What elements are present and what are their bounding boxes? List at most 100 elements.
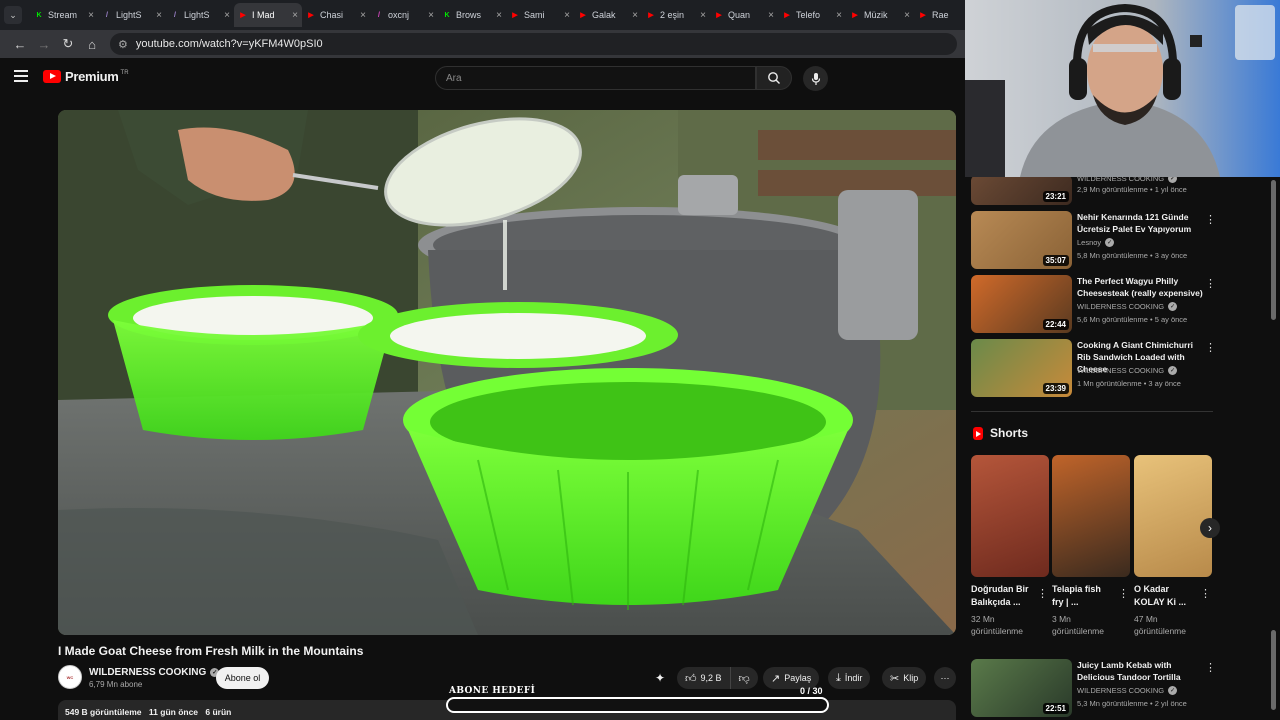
tab-close-icon[interactable]: × xyxy=(360,10,366,21)
video-duration: 22:44 xyxy=(1042,319,1069,330)
recommended-meta: 2,9 Mn görüntülenme • 1 yıl önce xyxy=(1077,185,1187,194)
more-vertical-icon[interactable]: ⋮ xyxy=(1200,587,1211,600)
recommended-channel[interactable]: WILDERNESS COOKING ✓ xyxy=(1077,366,1178,375)
more-vertical-icon[interactable]: ⋮ xyxy=(1205,213,1216,226)
ask-sparkle-icon[interactable]: ✦ xyxy=(655,671,665,685)
browser-tab[interactable]: ▶ Telefo × xyxy=(778,3,846,27)
voice-search-button[interactable] xyxy=(803,66,828,91)
more-vertical-icon[interactable]: ⋮ xyxy=(1118,587,1129,600)
clip-button[interactable]: ✂ Klip xyxy=(882,667,927,689)
browser-tab[interactable]: / LightS × xyxy=(166,3,234,27)
recommended-video[interactable]: 22:51 Juicy Lamb Kebab with Delicious Tan… xyxy=(971,659,1216,720)
home-icon[interactable]: ⌂ xyxy=(80,37,104,52)
shorts-next-button[interactable]: › xyxy=(1200,518,1220,538)
like-button[interactable]: 👍︎ 9,2 B xyxy=(677,667,731,689)
tab-close-icon[interactable]: × xyxy=(88,10,94,21)
youtube-logo[interactable]: Premium TR xyxy=(43,69,129,84)
reload-icon[interactable]: ↻ xyxy=(56,36,80,52)
more-vertical-icon[interactable]: ⋮ xyxy=(1205,341,1216,354)
short-views: 47 Mn görüntülenme xyxy=(1134,614,1186,636)
shorts-header: Shorts xyxy=(973,426,1028,440)
recommended-channel[interactable]: WILDERNESS COOKING ✓ xyxy=(1077,686,1178,695)
browser-tab[interactable]: / LightS × xyxy=(98,3,166,27)
video-player[interactable] xyxy=(58,110,956,635)
recommended-video-title[interactable]: The Perfect Wagyu Philly Cheesesteak (re… xyxy=(1077,275,1203,299)
subscriber-goal-bar xyxy=(446,697,829,713)
more-vertical-icon[interactable]: ⋮ xyxy=(1205,661,1216,674)
scrollbar-thumb[interactable] xyxy=(1271,180,1276,320)
browser-tab[interactable]: ▶ I Mad × xyxy=(234,3,302,27)
site-info-icon[interactable]: ⚙ xyxy=(118,38,128,51)
tab-title: Stream xyxy=(48,10,78,20)
browser-tab[interactable]: ▶ Quan × xyxy=(710,3,778,27)
tab-close-icon[interactable]: × xyxy=(768,10,774,21)
video-duration: 35:07 xyxy=(1042,255,1069,266)
recommended-age: 1 yıl önce xyxy=(1154,185,1187,194)
tab-close-icon[interactable]: × xyxy=(428,10,434,21)
recommended-video[interactable]: 35:07 Nehir Kenarında 121 Günde Ücretsiz … xyxy=(971,211,1216,273)
tab-close-icon[interactable]: × xyxy=(496,10,502,21)
video-thumbnail[interactable]: 23:21 xyxy=(971,175,1072,205)
search-placeholder: Ara xyxy=(446,72,462,84)
short-title[interactable]: O Kadar KOLAY Ki ... xyxy=(1134,583,1196,609)
logo-text: Premium xyxy=(65,69,119,84)
browser-tab[interactable]: ▶ 2 eşin × xyxy=(642,3,710,27)
tab-favicon-icon: ▶ xyxy=(852,12,858,19)
short-title[interactable]: Telapia fish fry | ... xyxy=(1052,583,1114,609)
search-button[interactable] xyxy=(756,66,792,90)
forward-arrow-icon[interactable]: → xyxy=(32,37,56,52)
video-thumbnail[interactable]: 22:44 xyxy=(971,275,1072,333)
short-title[interactable]: Doğrudan Bir Balıkçıda ... xyxy=(971,583,1033,609)
menu-icon[interactable] xyxy=(14,70,28,82)
short-thumbnail[interactable] xyxy=(1052,455,1130,577)
dislike-button[interactable]: 👎︎ xyxy=(731,667,758,689)
tab-close-icon[interactable]: × xyxy=(700,10,706,21)
search-input[interactable]: Ara xyxy=(435,66,756,90)
tab-close-icon[interactable]: × xyxy=(564,10,570,21)
video-thumbnail[interactable]: 22:51 xyxy=(971,659,1072,717)
tab-close-icon[interactable]: × xyxy=(836,10,842,21)
more-vertical-icon[interactable]: ⋮ xyxy=(1037,587,1048,600)
scrollbar-thumb-lower[interactable] xyxy=(1271,630,1276,710)
short-item[interactable]: Doğrudan Bir Balıkçıda ... 32 Mn görüntül… xyxy=(971,455,1049,637)
subscriber-goal-count: 0 / 30 xyxy=(800,686,823,696)
recommended-channel[interactable]: Lesnoy ✓ xyxy=(1077,238,1115,247)
short-thumbnail[interactable] xyxy=(971,455,1049,577)
short-thumbnail[interactable] xyxy=(1134,455,1212,577)
video-thumbnail[interactable]: 35:07 xyxy=(971,211,1072,269)
tab-close-icon[interactable]: × xyxy=(904,10,910,21)
more-vertical-icon[interactable]: ⋮ xyxy=(1205,277,1216,290)
tab-search-icon[interactable]: ⌄ xyxy=(4,6,22,24)
channel-name-link[interactable]: WILDERNESS COOKING ✓ xyxy=(89,667,220,678)
recommended-video[interactable]: 22:44 The Perfect Wagyu Philly Cheesestea… xyxy=(971,275,1216,337)
browser-tab[interactable]: ▶ Chasi × xyxy=(302,3,370,27)
back-arrow-icon[interactable]: ← xyxy=(8,37,32,52)
more-actions-button[interactable]: ⋯ xyxy=(934,667,956,689)
tab-close-icon[interactable]: × xyxy=(156,10,162,21)
recommended-video-title[interactable]: Nehir Kenarında 121 Günde Ücretsiz Palet… xyxy=(1077,211,1203,235)
browser-tab[interactable]: K Stream × xyxy=(30,3,98,27)
tab-favicon-icon: ▶ xyxy=(308,12,314,19)
tab-close-icon[interactable]: × xyxy=(292,10,298,21)
like-dislike-group: 👍︎ 9,2 B 👎︎ xyxy=(677,667,758,689)
browser-tab[interactable]: ▶ Sami × xyxy=(506,3,574,27)
recommended-views: 5,3 Mn görüntülenme xyxy=(1077,699,1148,708)
download-button[interactable]: ⤓ İndir xyxy=(828,667,871,689)
recommended-video[interactable]: 23:39 Cooking A Giant Chimichurri Rib San… xyxy=(971,339,1216,401)
address-bar[interactable]: ⚙ youtube.com/watch?v=yKFM4W0pSI0 xyxy=(110,33,957,55)
recommended-channel[interactable]: WILDERNESS COOKING ✓ xyxy=(1077,302,1178,311)
tab-close-icon[interactable]: × xyxy=(632,10,638,21)
browser-tab[interactable]: ▶ Müzik × xyxy=(846,3,914,27)
tab-close-icon[interactable]: × xyxy=(224,10,230,21)
short-item[interactable]: O Kadar KOLAY Ki ... 47 Mn görüntülenme ⋮ xyxy=(1134,455,1212,637)
subscribe-button[interactable]: Abone ol xyxy=(216,667,269,689)
browser-tab[interactable]: / oxcnj × xyxy=(370,3,438,27)
channel-avatar[interactable]: WC xyxy=(58,665,82,689)
recommended-video-title[interactable]: Juicy Lamb Kebab with Delicious Tandoor … xyxy=(1077,659,1203,683)
tab-title: Telefo xyxy=(796,10,821,20)
short-item[interactable]: Telapia fish fry | ... 3 Mn görüntülenme ⋮ xyxy=(1052,455,1130,637)
upload-age: 11 gün önce xyxy=(148,707,199,717)
video-thumbnail[interactable]: 23:39 xyxy=(971,339,1072,397)
browser-tab[interactable]: ▶ Galak × xyxy=(574,3,642,27)
browser-tab[interactable]: K Brows × xyxy=(438,3,506,27)
